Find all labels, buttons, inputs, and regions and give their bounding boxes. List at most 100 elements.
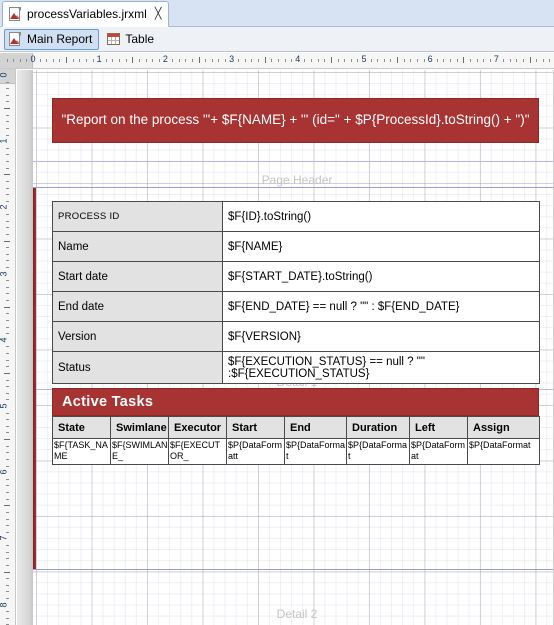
tasks-column-header[interactable]: Swimlane <box>110 416 169 439</box>
ruler-tick <box>337 59 339 62</box>
field-row[interactable]: Name $F{NAME} <box>52 231 540 262</box>
tasks-column-header[interactable]: Left <box>409 416 468 439</box>
field-expression-cell[interactable]: $F{END_DATE} == null ? "" : $F{END_DATE} <box>222 291 540 322</box>
ruler-tick <box>138 59 140 62</box>
ruler-tick <box>291 59 293 62</box>
report-title-banner[interactable]: "Report on the process '"+ $F{NAME} + "'… <box>52 98 539 143</box>
close-icon[interactable]: ╳ <box>155 8 162 20</box>
file-tab-processvariables[interactable]: processVariables.jrxml ╳ <box>2 1 170 27</box>
ruler-tick <box>211 59 213 62</box>
ruler-label-v-7: 7 <box>0 536 9 541</box>
field-expression-cell[interactable]: $F{START_DATE}.toString() <box>222 261 540 292</box>
ruler-tick <box>4 306 10 308</box>
report-page[interactable]: Page Header Detail 1 Detail 2 "Report on… <box>33 70 554 625</box>
ruler-tick <box>6 81 9 83</box>
ruler-tick <box>516 59 518 62</box>
ruler-tick <box>6 121 9 123</box>
tasks-expression-cell[interactable]: $F{TASK_NAME <box>52 438 111 465</box>
tab-main-report[interactable]: Main Report <box>4 28 100 50</box>
ruler-tick <box>6 161 9 163</box>
vertical-ruler[interactable]: 0 1 2 3 4 5 6 7 8 <box>0 69 16 625</box>
ruler-tick <box>6 525 9 527</box>
field-label-cell[interactable]: End date <box>52 291 223 322</box>
table-row[interactable]: $F{TASK_NAME $F{SWIMLANE_ $F{EXECUTOR_ $P{D… <box>52 438 540 465</box>
band-label-detail-2: Detail 2 <box>276 607 318 621</box>
field-row[interactable]: Start date $F{START_DATE}.toString() <box>52 261 540 292</box>
horizontal-ruler[interactable]: 0 1 2 3 4 5 6 7 <box>0 53 554 69</box>
ruler-label-v-0: 0 <box>0 72 9 77</box>
field-row[interactable]: PROCESS ID $F{ID}.toString() <box>52 201 540 232</box>
ruler-tick <box>6 286 9 288</box>
ruler-tick <box>271 59 273 62</box>
ruler-tick <box>6 584 9 586</box>
tasks-expression-cell[interactable]: $P{DataFormat <box>346 438 410 465</box>
ruler-tick <box>284 59 286 62</box>
ruler-tick <box>377 59 379 62</box>
field-label-cell[interactable]: PROCESS ID <box>52 201 223 232</box>
tasks-expression-cell[interactable]: $P{DataFormat <box>467 438 540 465</box>
ruler-tick <box>6 518 9 520</box>
ruler-tick <box>383 59 385 62</box>
field-row[interactable]: Status $F{EXECUTION_STATUS} == null ? "" … <box>52 351 540 384</box>
ruler-tick <box>158 59 160 62</box>
jrxml-document-icon <box>9 7 22 21</box>
ruler-tick <box>6 432 9 434</box>
ruler-tick <box>191 59 193 62</box>
tasks-expression-cell[interactable]: $F{EXECUTOR_ <box>168 438 227 465</box>
tasks-expression-cell[interactable]: $P{DataFormat <box>409 438 468 465</box>
ruler-tick <box>6 127 9 129</box>
ruler-tick <box>59 59 61 62</box>
tasks-column-header[interactable]: Duration <box>346 416 410 439</box>
tasks-column-header[interactable]: Executor <box>168 416 227 439</box>
ruler-tick <box>46 59 48 62</box>
ruler-tick <box>277 59 279 62</box>
tasks-expression-cell[interactable]: $P{DataFormat <box>284 438 347 465</box>
field-expression-cell[interactable]: $F{NAME} <box>222 231 540 262</box>
ruler-tick <box>6 458 9 460</box>
ruler-tick <box>6 425 9 427</box>
field-expression-cell[interactable]: $F{EXECUTION_STATUS} == null ? "" :$F{EX… <box>222 351 540 384</box>
field-row[interactable]: End date $F{END_DATE} == null ? "" : $F{E… <box>52 291 540 322</box>
field-label-cell[interactable]: Status <box>52 351 223 384</box>
table-header-row: State Swimlane Executor Start End Duration Lef… <box>52 416 540 439</box>
ruler-tick <box>79 59 81 62</box>
ruler-tick <box>450 59 452 62</box>
ruler-tick <box>6 154 9 156</box>
tab-main-report-label: Main Report <box>27 32 93 46</box>
field-expression-cell[interactable]: $F{ID}.toString() <box>222 201 540 232</box>
ruler-tick <box>6 545 9 547</box>
ruler-tick <box>6 564 9 566</box>
field-label-cell[interactable]: Name <box>52 231 223 262</box>
field-label-cell[interactable]: Start date <box>52 261 223 292</box>
ruler-tick <box>6 293 9 295</box>
tasks-expression-cell[interactable]: $P{DataFormatt <box>226 438 285 465</box>
ruler-tick <box>6 114 9 116</box>
ruler-tick <box>410 59 412 62</box>
tab-table[interactable]: Table <box>103 29 160 50</box>
active-tasks-table[interactable]: State Swimlane Executor Start End Duration Lef… <box>52 416 540 465</box>
field-label-cell[interactable]: Version <box>52 321 223 352</box>
tasks-column-header[interactable]: Start <box>226 416 285 439</box>
ruler-tick <box>549 59 551 62</box>
ruler-tick <box>145 59 147 62</box>
ruler-tick <box>522 59 524 62</box>
ruler-tick <box>6 194 9 196</box>
tasks-column-header[interactable]: End <box>284 416 347 439</box>
detail-band-marker[interactable] <box>33 188 36 569</box>
ruler-tick <box>443 59 445 62</box>
ruler-tick <box>6 233 9 235</box>
tasks-expression-cell[interactable]: $F{SWIMLANE_ <box>110 438 169 465</box>
tasks-column-header[interactable]: State <box>52 416 111 439</box>
report-designer-canvas[interactable]: Page Header Detail 1 Detail 2 "Report on… <box>17 70 554 625</box>
field-row[interactable]: Version $F{VERSION} <box>52 321 540 352</box>
ruler-tick <box>6 379 9 381</box>
ruler-tick <box>469 59 471 62</box>
ruler-tick <box>4 240 10 242</box>
active-tasks-banner[interactable]: Active Tasks <box>52 388 539 416</box>
ruler-tick <box>4 174 10 176</box>
tasks-column-header[interactable]: Assign <box>467 416 540 439</box>
process-fields-table[interactable]: PROCESS ID $F{ID}.toString() Name $F{NAME} S… <box>52 201 540 384</box>
ruler-tick <box>6 511 9 513</box>
field-expression-cell[interactable]: $F{VERSION} <box>222 321 540 352</box>
ruler-tick <box>6 591 9 593</box>
